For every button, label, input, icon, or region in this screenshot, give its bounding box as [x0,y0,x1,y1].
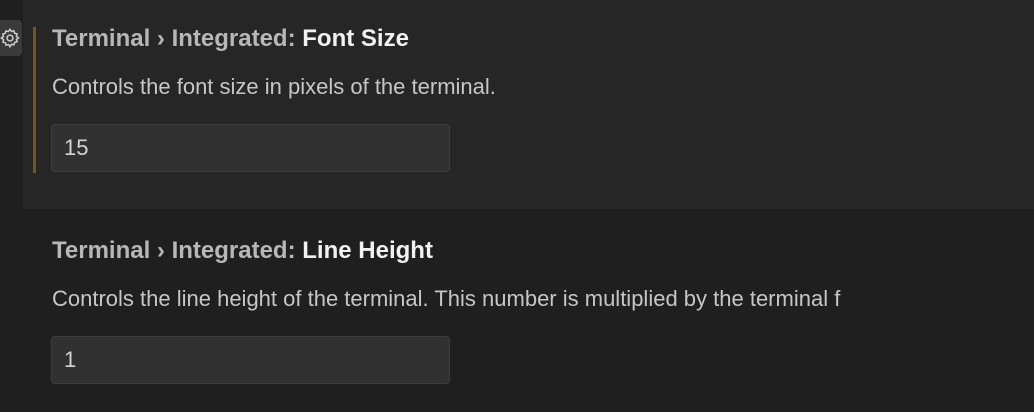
setting-options-button[interactable] [0,20,22,56]
setting-title: Terminal › Integrated: Font Size [52,25,409,53]
settings-editor: Terminal › Integrated: Font Size Control… [0,0,1034,412]
setting-description: Controls the line height of the terminal… [52,286,841,311]
font-size-input[interactable] [51,124,450,172]
setting-name: Line Height [302,237,433,264]
setting-terminal-line-height: Terminal › Integrated: Line Height Contr… [23,209,1034,412]
gear-icon [0,27,21,49]
setting-category: Terminal › Integrated: [52,25,303,52]
setting-category: Terminal › Integrated: [52,237,303,264]
setting-title: Terminal › Integrated: Line Height [52,237,433,265]
setting-terminal-font-size: Terminal › Integrated: Font Size Control… [23,0,1034,209]
modified-indicator [33,27,36,173]
setting-name: Font Size [302,25,409,52]
line-height-input[interactable] [51,336,450,384]
setting-description: Controls the font size in pixels of the … [52,74,496,99]
